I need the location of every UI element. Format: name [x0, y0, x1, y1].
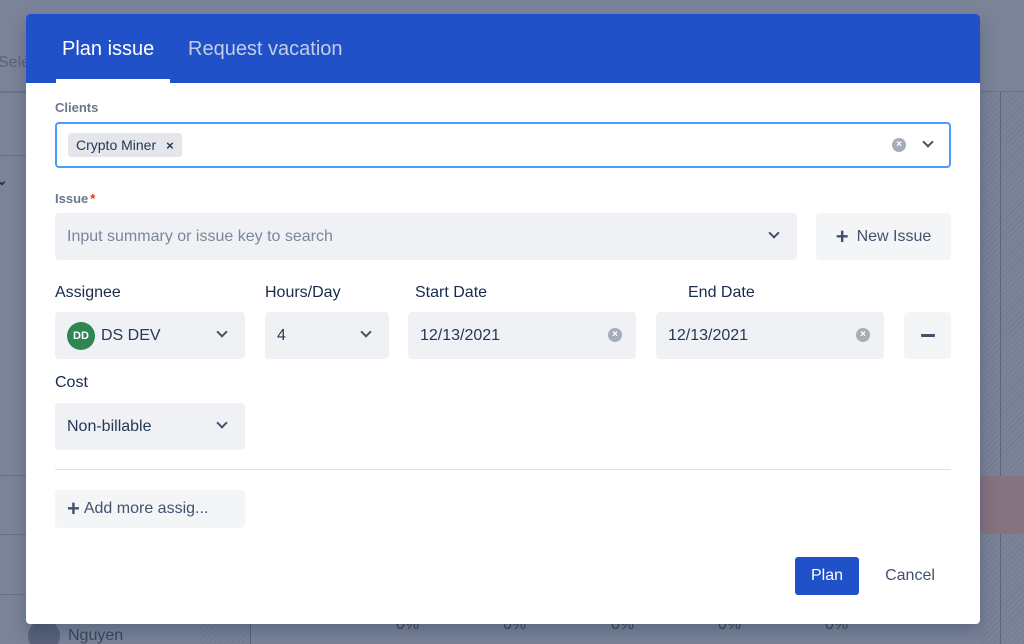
- clear-clients-icon[interactable]: ×: [892, 138, 906, 152]
- background-chevron-right-icon: ›: [0, 114, 1, 130]
- plus-icon: +: [835, 223, 849, 249]
- background-chevron-down-icon: ⌄: [0, 172, 8, 188]
- clear-end-date-icon[interactable]: ×: [856, 328, 870, 342]
- plan-issue-dialog: Plan issue Request vacation Clients Cryp…: [26, 14, 980, 624]
- assignee-avatar: DD: [67, 322, 95, 350]
- assignee-select[interactable]: DD DS DEV: [55, 312, 245, 359]
- background-user-name: Nguyen: [68, 627, 124, 644]
- start-date-input[interactable]: 12/13/2021 ×: [408, 312, 636, 359]
- hours-per-day-label: Hours/Day: [265, 284, 341, 301]
- cost-select[interactable]: Non-billable: [55, 403, 245, 450]
- cost-label: Cost: [55, 374, 88, 391]
- issue-label-text: Issue: [55, 191, 89, 206]
- background-chevron-right-icon: ›: [0, 555, 1, 571]
- cancel-button[interactable]: Cancel: [872, 557, 948, 595]
- new-issue-label: New Issue: [856, 227, 932, 245]
- minus-icon: [920, 334, 935, 337]
- tab-request-vacation[interactable]: Request vacation: [188, 38, 343, 61]
- new-issue-button[interactable]: + New Issue: [816, 213, 951, 260]
- end-date-input[interactable]: 12/13/2021 ×: [656, 312, 884, 359]
- issue-search-placeholder: Input summary or issue key to search: [67, 228, 333, 245]
- background-chevron-right-icon: ›: [0, 614, 1, 630]
- hours-per-day-value: 4: [277, 327, 286, 344]
- tab-plan-issue[interactable]: Plan issue: [62, 38, 154, 61]
- issue-search-input[interactable]: Input summary or issue key to search: [55, 213, 797, 260]
- add-more-assignees-button[interactable]: + Add more assig...: [55, 490, 245, 528]
- remove-assignee-row-button[interactable]: [904, 312, 951, 359]
- end-date-value: 12/13/2021: [668, 327, 749, 344]
- chevron-down-icon[interactable]: [922, 136, 934, 148]
- plus-icon: +: [67, 496, 80, 521]
- start-date-value: 12/13/2021: [420, 327, 501, 344]
- chevron-down-icon[interactable]: [216, 326, 228, 338]
- chevron-down-icon[interactable]: [216, 417, 228, 429]
- remove-client-icon[interactable]: ×: [166, 138, 174, 153]
- hours-per-day-select[interactable]: 4: [265, 312, 389, 359]
- assignee-label: Assignee: [55, 284, 121, 301]
- background-overload-band: [980, 476, 1024, 534]
- clear-start-date-icon[interactable]: ×: [608, 328, 622, 342]
- clients-select[interactable]: Crypto Miner × ×: [55, 122, 951, 168]
- clients-label: Clients: [55, 100, 99, 115]
- client-chip: Crypto Miner ×: [68, 133, 182, 157]
- cost-value: Non-billable: [67, 418, 152, 435]
- required-marker: *: [90, 191, 96, 206]
- client-chip-label: Crypto Miner: [76, 137, 157, 153]
- background-column-line: [1000, 92, 1001, 644]
- issue-label: Issue *: [55, 191, 95, 206]
- chevron-down-icon[interactable]: [768, 227, 780, 239]
- dialog-header: Plan issue Request vacation: [26, 14, 980, 83]
- chevron-down-icon[interactable]: [360, 326, 372, 338]
- assignee-value: DS DEV: [101, 327, 161, 344]
- end-date-label: End Date: [688, 284, 755, 301]
- start-date-label: Start Date: [415, 284, 488, 301]
- active-tab-indicator: [56, 79, 170, 83]
- background-hatch: [200, 624, 250, 644]
- background-hatch: [980, 92, 1024, 644]
- section-divider: [55, 469, 951, 470]
- plan-button[interactable]: Plan: [795, 557, 859, 595]
- add-more-assignees-label: Add more assig...: [83, 500, 209, 517]
- background-chevron-right-icon: ›: [0, 495, 1, 511]
